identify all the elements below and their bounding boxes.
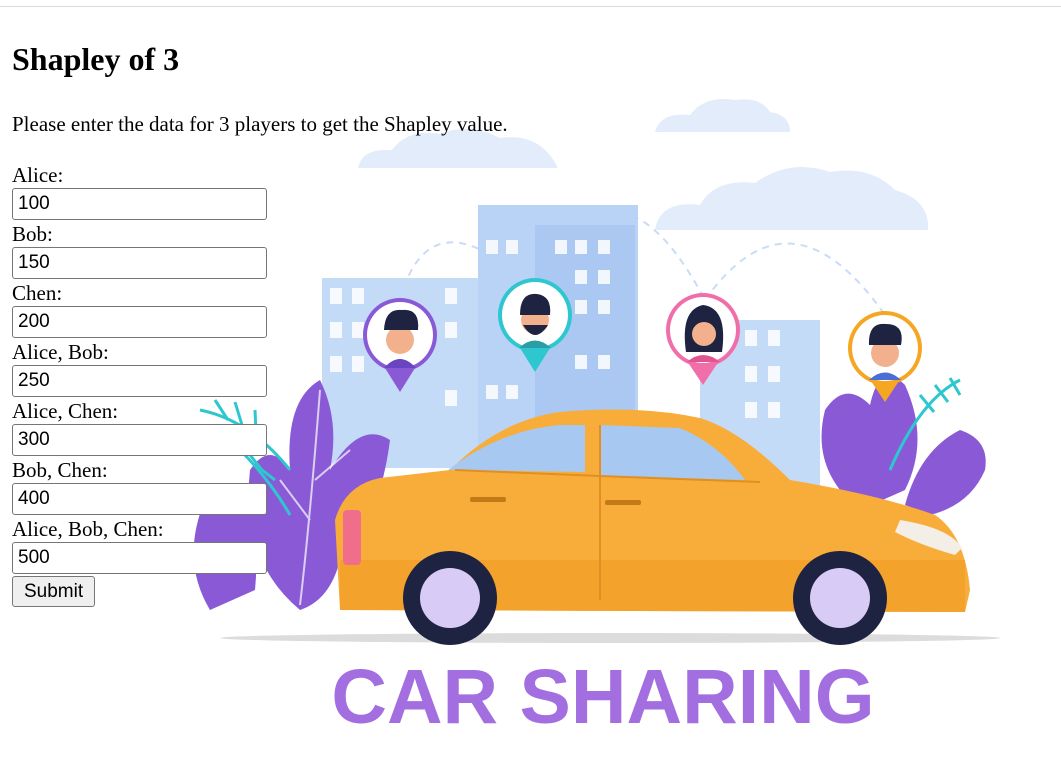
field-label: Alice, Bob, Chen: <box>12 517 164 541</box>
pin-man-orange <box>848 311 922 402</box>
field-label: Alice, Bob: <box>12 340 109 364</box>
bob-input[interactable] <box>12 247 267 279</box>
field-label: Bob: <box>12 222 53 246</box>
bob-chen-input[interactable] <box>12 483 267 515</box>
field-label: Chen: <box>12 281 63 305</box>
submit-button[interactable]: Submit <box>12 576 96 607</box>
field-label: Alice, Chen: <box>12 399 119 423</box>
field-chen: Chen: <box>12 281 332 338</box>
field-alice-bob: Alice, Bob: <box>12 340 332 397</box>
field-alice-chen: Alice, Chen: <box>12 399 332 456</box>
field-alice-bob-chen: Alice, Bob, Chen: <box>12 517 332 574</box>
intro-text: Please enter the data for 3 players to g… <box>12 112 508 136</box>
field-bob-chen: Bob, Chen: <box>12 458 332 515</box>
alice-bob-chen-input[interactable] <box>12 542 267 574</box>
alice-bob-input[interactable] <box>12 365 267 397</box>
field-label: Bob, Chen: <box>12 458 108 482</box>
alice-input[interactable] <box>12 188 267 220</box>
field-alice: Alice: <box>12 163 332 220</box>
chen-input[interactable] <box>12 306 267 338</box>
car-sharing-caption: CAR SHARING <box>331 654 874 740</box>
alice-chen-input[interactable] <box>12 424 267 456</box>
field-bob: Bob: <box>12 222 332 279</box>
shapley-form: Alice: Bob: Chen: Alice, Bob: Alice, Che… <box>12 163 332 607</box>
page-title: Shapley of 3 <box>12 41 180 77</box>
field-label: Alice: <box>12 163 64 187</box>
